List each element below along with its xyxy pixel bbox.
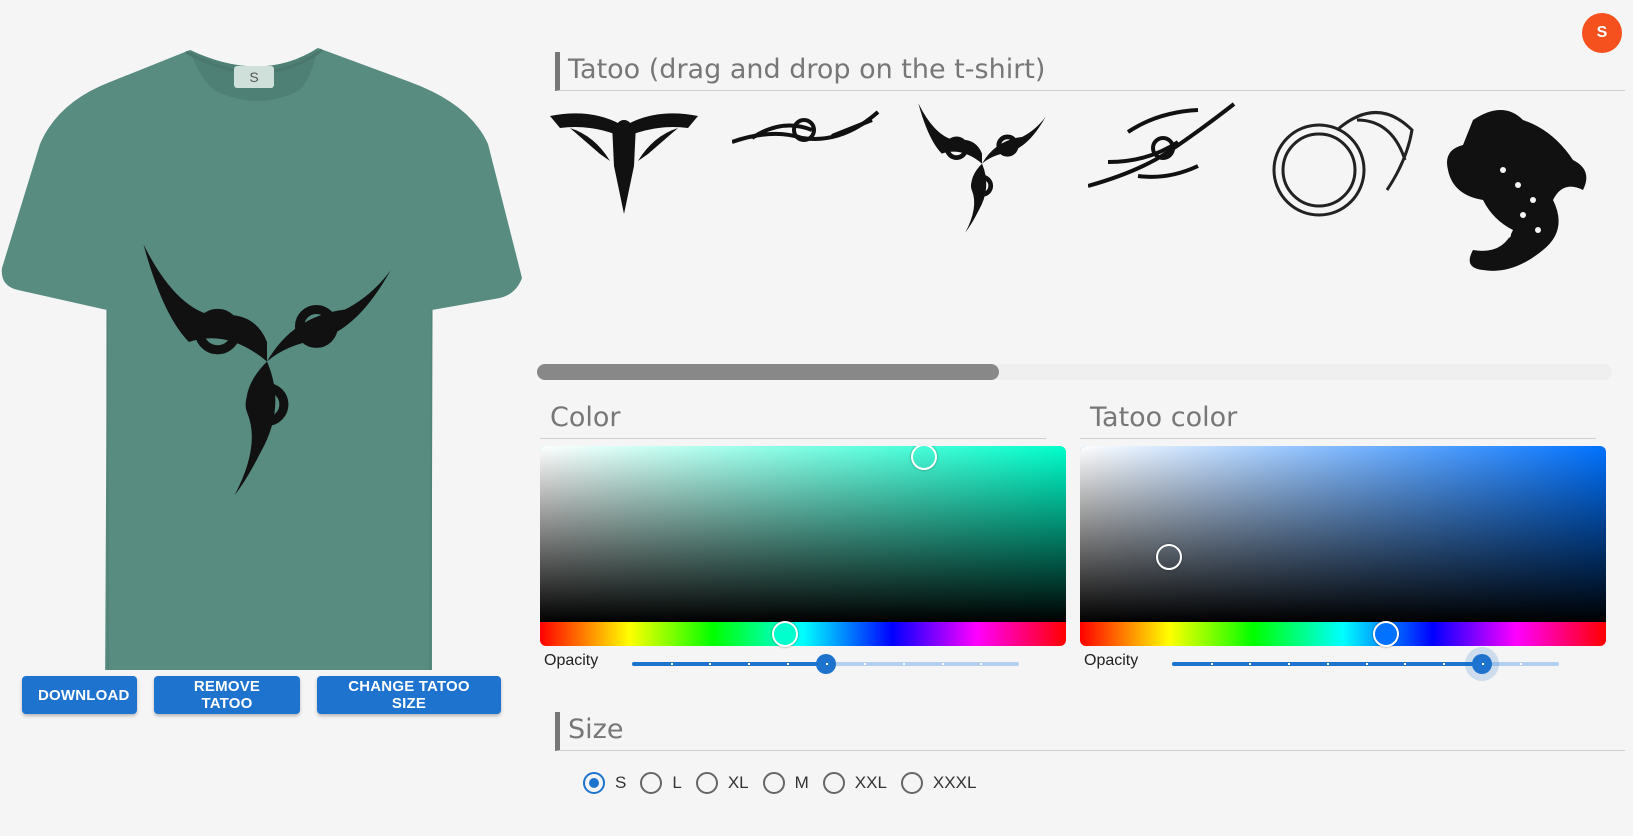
- slider-tick: [1210, 663, 1213, 665]
- shirt-opacity-fill: [632, 662, 826, 666]
- remove-tatoo-button[interactable]: REMOVE TATOO: [154, 676, 300, 714]
- size-label: XL: [727, 773, 749, 792]
- size-label: XXL: [854, 773, 887, 792]
- download-button[interactable]: DOWNLOAD: [22, 676, 137, 714]
- tatoo-gallery: [545, 98, 1610, 288]
- slider-tick: [1249, 663, 1252, 665]
- shirt-color-picker: Opacity: [540, 446, 1066, 678]
- shirt-color-saturation-area[interactable]: [540, 446, 1066, 622]
- slider-tick: [709, 663, 712, 665]
- tatoo-color-saturation-handle[interactable]: [1156, 544, 1182, 570]
- slider-tick: [1326, 663, 1329, 665]
- size-label: XXXL: [932, 773, 977, 792]
- tatoo-opacity-label: Opacity: [1084, 652, 1139, 669]
- shirt-color-hue-handle[interactable]: [772, 621, 798, 647]
- tatoo-color-saturation-area[interactable]: [1080, 446, 1606, 622]
- tattoo-dragon-circle-icon[interactable]: [1267, 100, 1415, 224]
- size-radio-s[interactable]: [583, 772, 605, 794]
- size-option-s[interactable]: S: [583, 772, 626, 794]
- color-title: Color: [540, 400, 1046, 439]
- slider-tick: [825, 663, 828, 665]
- size-option-xxxl[interactable]: XXXL: [900, 772, 977, 794]
- size-radio-m[interactable]: [762, 772, 785, 794]
- shirt-color-hue-slider[interactable]: [540, 621, 1066, 647]
- size-radio-xxxl[interactable]: [900, 772, 923, 794]
- tatoo-color-hue-slider[interactable]: [1080, 621, 1606, 647]
- slider-tick: [864, 663, 867, 665]
- size-option-m[interactable]: M: [762, 772, 809, 794]
- size-label: M: [794, 773, 809, 792]
- slider-tick: [1481, 663, 1484, 665]
- tshirt-designer: S DOWNLOAD REMOVE TATOO CHANGE TATOO SIZ…: [0, 0, 1633, 836]
- slider-tick: [1365, 663, 1368, 665]
- slider-tick: [980, 663, 983, 665]
- slider-tick: [1442, 663, 1445, 665]
- gallery-scrollbar[interactable]: [537, 364, 1612, 380]
- size-label: S: [615, 773, 627, 792]
- tattoo-triskele-icon[interactable]: [907, 100, 1057, 234]
- shirt-preview[interactable]: S: [0, 40, 525, 670]
- tattoo-dragon-icon[interactable]: [1443, 100, 1593, 278]
- shirt-opacity-slider[interactable]: [632, 654, 1019, 674]
- slider-tick: [1288, 663, 1291, 665]
- slider-tick: [670, 663, 673, 665]
- tatoo-opacity-slider[interactable]: [1172, 654, 1559, 674]
- slider-tick: [786, 663, 789, 665]
- change-tatoo-size-button[interactable]: CHANGE TATOO SIZE: [317, 676, 501, 714]
- size-radio-l[interactable]: [640, 772, 663, 794]
- gallery-scroll-thumb[interactable]: [537, 364, 1000, 380]
- tattoo-flame-icon[interactable]: [1088, 102, 1236, 188]
- shirt-opacity-label: Opacity: [544, 652, 599, 669]
- tatoo-color-title: Tatoo color: [1080, 400, 1596, 439]
- avatar[interactable]: S: [1582, 13, 1622, 53]
- placed-tattoo-triskele[interactable]: [132, 238, 402, 498]
- slider-tick: [1404, 663, 1407, 665]
- action-buttons: DOWNLOAD REMOVE TATOO CHANGE TATOO SIZE: [22, 676, 501, 714]
- tattoo-eagle-icon[interactable]: [550, 106, 698, 216]
- size-option-l[interactable]: L: [640, 772, 682, 794]
- slider-tick: [902, 663, 905, 665]
- size-label: L: [672, 773, 682, 792]
- size-option-xxl[interactable]: XXL: [822, 772, 887, 794]
- tatoo-color-picker: Opacity: [1080, 446, 1606, 678]
- size-radio-group: S L XL M XXL XXXL: [583, 772, 990, 794]
- size-radio-xxl[interactable]: [822, 772, 845, 794]
- tattoo-swirl-icon[interactable]: [732, 108, 880, 154]
- slider-tick: [1520, 663, 1523, 665]
- slider-tick: [941, 663, 944, 665]
- tatoo-gallery-title: Tatoo (drag and drop on the t-shirt): [555, 52, 1625, 91]
- tatoo-color-hue-handle[interactable]: [1373, 621, 1399, 647]
- size-option-xl[interactable]: XL: [695, 772, 749, 794]
- size-radio-xl[interactable]: [695, 772, 718, 794]
- slider-tick: [748, 663, 751, 665]
- size-tag: S: [234, 66, 274, 88]
- size-title: Size: [555, 712, 1625, 751]
